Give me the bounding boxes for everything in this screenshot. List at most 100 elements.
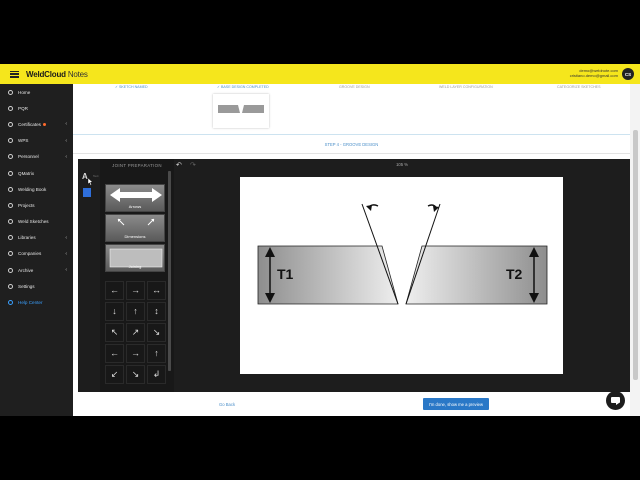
- arrow-down-right-icon[interactable]: ↘: [126, 365, 145, 384]
- label-t2: T2: [506, 266, 523, 282]
- brand-name: WeldCloud: [26, 69, 66, 79]
- sidebar-item-label: PQR: [18, 105, 28, 111]
- editor-toolbar: ↶ ↷ 105 %: [174, 159, 630, 171]
- sidebar-item-archive[interactable]: Archive ‹: [0, 262, 73, 278]
- sidebar-item-label: Projects: [18, 202, 35, 208]
- sidebar-item-label: Home: [18, 89, 31, 95]
- sidebar-item-label: Help Center: [18, 300, 43, 306]
- help-icon: [8, 300, 13, 306]
- sidebar-item-settings[interactable]: Settings: [0, 278, 73, 294]
- arrow-up-icon[interactable]: ↑: [147, 344, 166, 363]
- chat-button[interactable]: [606, 391, 625, 410]
- sidebar-item-label: Personnel: [18, 154, 39, 160]
- dimensions-tile[interactable]: Dimensions: [105, 214, 165, 242]
- top-bar: WeldCloud Notes demo@weldnote.com cristia…: [0, 64, 640, 84]
- step-groove-design[interactable]: GROOVE DESIGN: [339, 85, 370, 89]
- projects-icon: [8, 202, 13, 208]
- sidebar-item-label: Certificates: [18, 121, 41, 127]
- joining-tile[interactable]: Joining: [105, 244, 165, 272]
- sidebar-item-qmatrix[interactable]: QMatrix: [0, 165, 73, 181]
- drawing-canvas[interactable]: T1 T2: [240, 177, 563, 374]
- zoom-level: 105 %: [396, 162, 408, 167]
- step-sketch-named[interactable]: ✓ SKETCH NAMED: [115, 85, 148, 89]
- sidebar-item-wps[interactable]: WPS ‹: [0, 133, 73, 149]
- tool-column: A Text: [78, 159, 100, 392]
- palette-scroll-thumb[interactable]: [168, 171, 171, 371]
- sidebar-item-certificates[interactable]: Certificates ‹: [0, 116, 73, 132]
- sidebar-item-help-center[interactable]: Help Center: [0, 294, 73, 310]
- sidebar-item-projects[interactable]: Projects: [0, 197, 73, 213]
- go-back-link[interactable]: Go Back: [219, 402, 235, 407]
- page-scrollbar[interactable]: [630, 84, 640, 416]
- sidebar-item-label: Libraries: [18, 235, 36, 241]
- arrows-tile[interactable]: Arrows: [105, 184, 165, 212]
- arrow-left-right-icon[interactable]: ↔: [147, 281, 166, 300]
- arrow-down-right-icon[interactable]: ↘: [147, 323, 166, 342]
- step-categorize[interactable]: CATEGORIZE SKETCHES: [557, 85, 600, 89]
- app-frame: WeldCloud Notes demo@weldnote.com cristia…: [0, 64, 640, 416]
- arrow-down-left-icon[interactable]: ↙: [105, 365, 124, 384]
- current-step-title: STEP 4 - GROOVE DESIGN: [324, 142, 379, 147]
- sidebar-item-weld-sketches[interactable]: Weld Sketches: [0, 214, 73, 230]
- joining-tile-label: Joining: [128, 264, 142, 269]
- sketch-editor: A Text JOINT PREPARATION Arrows Dimensio…: [78, 159, 630, 392]
- step-base-design[interactable]: ✓ BASE DESIGN COMPLETED: [217, 85, 269, 89]
- groove-sketch: T1 T2: [257, 203, 548, 305]
- brand-suffix: Notes: [67, 69, 88, 79]
- app-brand[interactable]: WeldCloud Notes: [26, 70, 88, 79]
- chevron-left-icon: ‹: [65, 137, 67, 144]
- library-icon: [8, 235, 13, 241]
- pointer-cursor-icon: [87, 178, 93, 186]
- arrow-up-right-icon[interactable]: ↗: [126, 323, 145, 342]
- sidebar-item-home[interactable]: Home: [0, 84, 73, 100]
- step-progress: ✓ SKETCH NAMED ✓ BASE DESIGN COMPLETED G…: [73, 84, 630, 94]
- sidebar-item-pqr[interactable]: PQR: [0, 100, 73, 116]
- sidebar-item-companies[interactable]: Companies ‹: [0, 246, 73, 262]
- pqr-icon: [8, 105, 13, 111]
- sidebar-item-label: Weld Sketches: [18, 219, 49, 225]
- arrow-right-icon[interactable]: →: [126, 281, 145, 300]
- user-info[interactable]: demo@weldnote.com cristiano.demo@gmail.c…: [570, 68, 618, 78]
- dimensions-tile-label: Dimensions: [124, 234, 146, 239]
- preview-button[interactable]: I'm done, show me a preview: [423, 398, 489, 410]
- sidebar-item-welding-book[interactable]: Welding Book: [0, 181, 73, 197]
- sidebar-item-label: WPS: [18, 138, 29, 144]
- arrow-down-icon[interactable]: ↓: [105, 302, 124, 321]
- sidebar-item-personnel[interactable]: Personnel ‹: [0, 149, 73, 165]
- menu-icon[interactable]: [10, 70, 19, 78]
- arrow-left-icon[interactable]: ←: [105, 344, 124, 363]
- wps-icon: [8, 138, 13, 144]
- arrow-up-icon[interactable]: ↑: [126, 302, 145, 321]
- chevron-left-icon: ‹: [65, 267, 67, 274]
- sidebar: Home PQR Certificates ‹ WPS ‹ Personnel ‹ Q…: [0, 84, 73, 416]
- text-tool-label: Text: [93, 174, 99, 178]
- divider: [73, 153, 630, 154]
- personnel-icon: [8, 154, 13, 160]
- chevron-left-icon: ‹: [65, 234, 67, 241]
- chat-icon: [611, 397, 620, 405]
- base-design-thumbnail[interactable]: [213, 94, 269, 128]
- chevron-left-icon: ‹: [65, 153, 67, 160]
- book-icon: [8, 186, 13, 192]
- gear-icon: [8, 283, 13, 289]
- arrow-right-icon[interactable]: →: [126, 344, 145, 363]
- avatar[interactable]: CS: [622, 68, 634, 80]
- sidebar-item-libraries[interactable]: Libraries ‹: [0, 230, 73, 246]
- archive-icon: [8, 267, 13, 273]
- label-t1: T1: [277, 266, 294, 282]
- notification-badge: [42, 122, 46, 126]
- arrow-up-left-icon[interactable]: ↖: [105, 323, 124, 342]
- right-plate: [405, 245, 548, 305]
- step-weld-layer[interactable]: WELD LAYER CONFIGURATION: [439, 85, 493, 89]
- certificate-icon: [8, 121, 13, 127]
- chevron-left-icon: ‹: [65, 250, 67, 257]
- page-scroll-thumb[interactable]: [633, 130, 638, 380]
- sidebar-item-label: Archive: [18, 267, 34, 273]
- arrows-tile-label: Arrows: [128, 204, 142, 209]
- arrow-left-icon[interactable]: ←: [105, 281, 124, 300]
- arrow-up-down-icon[interactable]: ↕: [147, 302, 166, 321]
- sidebar-item-label: Settings: [18, 283, 35, 289]
- shape-tool-icon[interactable]: [83, 188, 91, 197]
- main-content: ✓ SKETCH NAMED ✓ BASE DESIGN COMPLETED G…: [73, 84, 630, 416]
- arrow-corner-icon[interactable]: ↲: [147, 365, 166, 384]
